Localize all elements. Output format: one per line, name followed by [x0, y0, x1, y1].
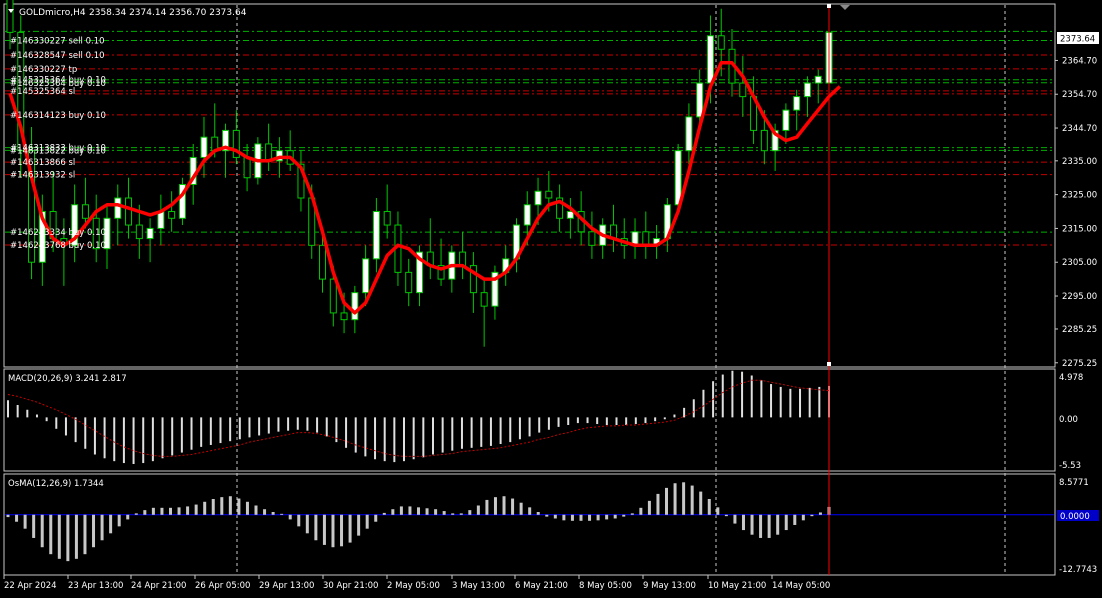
price-tick-label: 2285.25	[1062, 325, 1097, 335]
candle-bear	[340, 312, 348, 321]
candle-bull	[523, 204, 531, 226]
candle-bear	[6, 0, 14, 33]
candle-bull	[200, 136, 208, 158]
ohlc-values: 2358.34 2374.14 2356.70 2373.64	[89, 8, 247, 18]
candle-bull	[157, 211, 165, 229]
time-tick-label: 10 May 21:00	[708, 581, 766, 591]
candle-bear	[545, 190, 553, 199]
candle-bull	[351, 292, 359, 321]
candle-bull	[114, 197, 122, 219]
candle-bull	[372, 211, 380, 260]
time-tick-label: 2 May 05:00	[387, 581, 440, 591]
candle-bull	[782, 109, 790, 131]
order-label: #146328547 sell 0.10	[10, 51, 105, 61]
candle-bull	[803, 82, 811, 98]
osma-panel[interactable]	[3, 473, 1056, 576]
candle-bull	[685, 116, 693, 152]
price-tick-label: 2335.00	[1062, 157, 1097, 167]
candle-bear	[717, 35, 725, 50]
osma-axis-max: 8.5771	[1059, 478, 1089, 488]
candle-bear	[588, 231, 596, 246]
order-label: #146330227 sell 0.10	[10, 37, 105, 47]
candle-bull	[814, 75, 822, 84]
time-tick-label: 6 May 21:00	[515, 581, 568, 591]
candle-bull	[793, 96, 801, 111]
osma-title: OsMA(12,26,9) 1.7344	[8, 479, 104, 489]
candle-bear	[135, 224, 143, 240]
main-panel-frame	[3, 3, 1056, 368]
macd-title: MACD(20,26,9) 3.241 2.817	[8, 374, 127, 384]
time-axis: 22 Apr 2024 23 Apr 13:00 24 Apr 21:00 26 Ap…	[3, 575, 830, 591]
price-tick-label: 2275.25	[1062, 359, 1097, 369]
time-tick-label: 14 May 05:00	[772, 581, 830, 591]
price-tick-label: 2295.00	[1062, 292, 1097, 302]
time-tick-label: 29 Apr 13:00	[259, 581, 314, 591]
time-tick-label: 3 May 13:00	[452, 581, 505, 591]
order-label: #146314123 buy 0.10	[10, 111, 106, 121]
price-tick-label: 2344.70	[1062, 124, 1097, 134]
current-price-label: 2373.64	[1060, 35, 1095, 45]
price-tick-label: 2305.00	[1062, 258, 1097, 268]
price-tick-label: 2325.00	[1062, 191, 1097, 201]
order-label: #146330227 tp	[10, 65, 77, 75]
order-label: #146313866 sl	[10, 158, 75, 168]
candle-bear	[125, 197, 133, 226]
time-tick-label: 23 Apr 13:00	[68, 581, 123, 591]
candle-bear	[265, 143, 273, 162]
candle-bear	[642, 231, 650, 246]
time-tick-label: 24 Apr 21:00	[131, 581, 186, 591]
time-tick-label: 26 Apr 05:00	[195, 581, 250, 591]
order-label: #146313822 buy 0.10	[10, 146, 106, 156]
osma-axis-zero: 0.0000	[1060, 512, 1090, 522]
price-tick-label: 2364.70	[1062, 56, 1097, 66]
candle-bear	[405, 271, 413, 294]
macd-axis-zero: 0.00	[1059, 415, 1078, 425]
order-label: #146313932 sl	[10, 171, 75, 181]
time-tick-label: 8 May 05:00	[579, 581, 632, 591]
chart-canvas[interactable]: #146330227 sell 0.10 #146328547 sell 0.10…	[0, 0, 1102, 598]
candle-bull	[146, 227, 154, 240]
macd-axis-min: -5.53	[1059, 461, 1081, 471]
order-label: #146243334 buy 0.10	[10, 228, 106, 238]
order-label: #146243768 buy 0.10	[10, 241, 106, 251]
time-tick-label: 9 May 13:00	[643, 581, 696, 591]
main-price-panel[interactable]	[3, 3, 1056, 368]
price-tick-label: 2354.70	[1062, 90, 1097, 100]
candle-bear	[739, 82, 747, 98]
candle-bear	[383, 211, 391, 226]
candle-bear	[480, 292, 488, 307]
candle-bear	[760, 129, 768, 152]
current-time-marker-top[interactable]	[827, 4, 831, 8]
candle-bear	[168, 211, 176, 219]
time-tick-label: 22 Apr 2024	[4, 581, 57, 591]
candle-bull	[362, 258, 370, 294]
osma-axis-min: -12.7743	[1059, 565, 1097, 575]
candle-bear	[329, 278, 337, 314]
current-time-marker-bottom[interactable]	[827, 362, 831, 366]
candle-bull	[566, 211, 574, 219]
candle-bull	[674, 150, 682, 206]
candle-bear	[319, 244, 327, 280]
order-label: #145325364 sl	[10, 87, 75, 97]
macd-axis-max: 4.978	[1059, 373, 1083, 383]
candle-bear	[81, 204, 89, 219]
candle-bear	[459, 251, 467, 267]
time-tick-label: 30 Apr 21:00	[323, 581, 378, 591]
price-tick-label: 2315.00	[1062, 224, 1097, 234]
osma-panel-frame	[3, 473, 1056, 576]
symbol-title: GOLDmicro,H4	[19, 8, 86, 18]
candle-bull	[534, 190, 542, 206]
candle-bull	[706, 35, 714, 84]
candle-bear	[243, 156, 251, 179]
price-axis: 2364.70 2354.70 2344.70 2335.00 2325.00 2315.…	[1055, 56, 1097, 369]
candle-bull	[696, 82, 704, 118]
